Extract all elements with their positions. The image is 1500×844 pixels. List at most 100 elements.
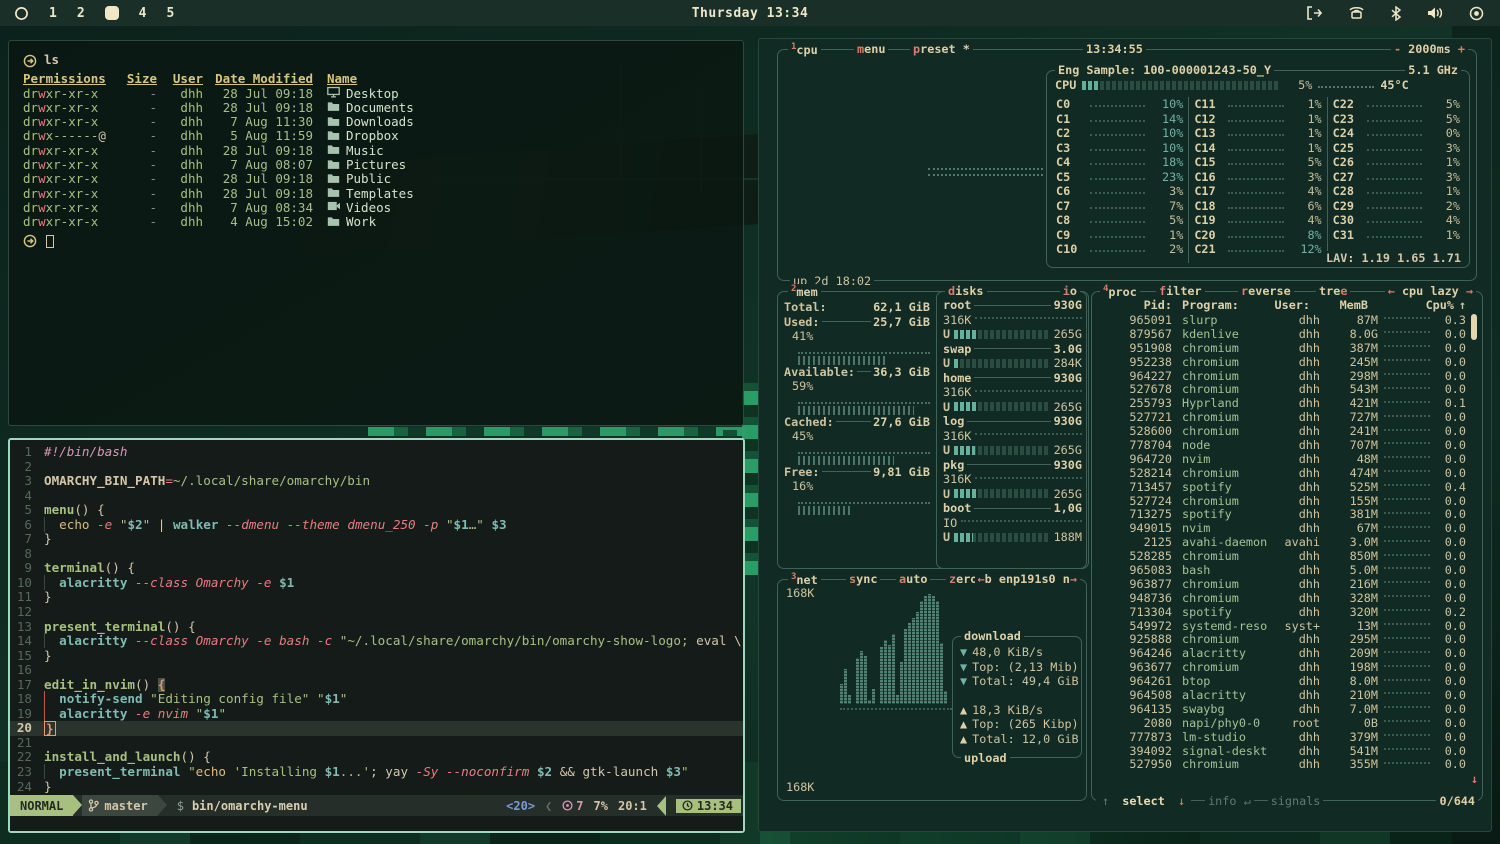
disks-title[interactable]: disks bbox=[945, 284, 987, 298]
permissions: drwxr-xr-x bbox=[23, 158, 123, 172]
io-mode-toggle[interactable]: io bbox=[1060, 284, 1080, 298]
file-row[interactable]: drwxr-xr-x-dhh4 Aug 15:02Work bbox=[23, 215, 729, 229]
omarchy-logo-icon[interactable] bbox=[14, 6, 29, 21]
process-row[interactable]: 549972systemd-resolvesyst+13M0.0 bbox=[1098, 619, 1466, 633]
process-row[interactable]: 527950chromiumdhh355M0.0 bbox=[1098, 758, 1466, 772]
btop-window[interactable]: 1cpu menu preset * 13:34:55 - 2000ms + u… bbox=[758, 38, 1492, 832]
net-interface-switcher[interactable]: ←b enp191s0 n→ bbox=[975, 572, 1080, 586]
process-row[interactable]: 527721chromiumdhh727M0.0 bbox=[1098, 410, 1466, 424]
process-panel-title[interactable]: 4proc bbox=[1100, 284, 1140, 299]
core-id: C21 bbox=[1194, 242, 1224, 256]
process-memory: 209M bbox=[1320, 646, 1378, 660]
file-row[interactable]: drwxr-xr-x-dhh7 Aug 11:30Downloads bbox=[23, 115, 729, 129]
process-row[interactable]: 952238chromiumdhh245M0.0 bbox=[1098, 355, 1466, 369]
file-row[interactable]: drwxr-xr-x-dhh28 Jul 09:18Public bbox=[23, 172, 729, 186]
process-row[interactable]: 963877chromiumdhh216M0.0 bbox=[1098, 577, 1466, 591]
ls-header-row: Permissions Size User Date Modified Name bbox=[23, 72, 729, 87]
core-row: C131% bbox=[1194, 126, 1321, 141]
signals-hint[interactable]: signals bbox=[1268, 794, 1324, 808]
bluetooth-icon[interactable] bbox=[1391, 6, 1401, 21]
process-row[interactable]: 528214chromiumdhh474M0.0 bbox=[1098, 466, 1466, 480]
file-row[interactable]: drwx------@-dhh5 Aug 11:59Dropbox bbox=[23, 129, 729, 143]
process-name: chromium bbox=[1172, 591, 1268, 605]
process-row[interactable]: 778704nodedhh707M0.0 bbox=[1098, 438, 1466, 452]
workspace-2[interactable]: 2 bbox=[77, 6, 85, 21]
code-area[interactable]: 1#!/bin/bash23OMARCHY_BIN_PATH=~/.local/… bbox=[10, 440, 743, 795]
process-row[interactable]: 951908chromiumdhh387M0.0 bbox=[1098, 341, 1466, 355]
process-row[interactable]: 2080napi/phy0-0root0B0.0 bbox=[1098, 716, 1466, 730]
process-row[interactable]: 527724chromiumdhh155M0.0 bbox=[1098, 494, 1466, 508]
desktop: 1245 Thursday 13:34 ls bbox=[0, 0, 1500, 844]
preset-button[interactable]: preset * bbox=[910, 42, 973, 56]
memory-stat-percent: 41% bbox=[784, 329, 930, 344]
folder-download-icon bbox=[327, 115, 340, 130]
menu-button[interactable]: menu bbox=[854, 42, 888, 56]
process-row[interactable]: 713275spotifydhh381M0.0 bbox=[1098, 507, 1466, 521]
workspace-5[interactable]: 5 bbox=[166, 6, 174, 21]
process-cpu-graph bbox=[1384, 456, 1430, 458]
file-row[interactable]: drwxr-xr-x-dhh28 Jul 09:18Desktop bbox=[23, 87, 729, 101]
cpu-panel-title[interactable]: 1cpu bbox=[788, 42, 821, 57]
process-row[interactable]: 713457spotifydhh525M0.4 bbox=[1098, 480, 1466, 494]
process-row[interactable]: 925888chromiumdhh295M0.0 bbox=[1098, 632, 1466, 646]
process-row[interactable]: 255793Hyprlanddhh421M0.1 bbox=[1098, 396, 1466, 410]
filter-button[interactable]: filter bbox=[1156, 284, 1205, 298]
screen-record-icon[interactable] bbox=[1469, 6, 1484, 21]
process-row[interactable]: 964508alacrittydhh210M0.0 bbox=[1098, 688, 1466, 702]
process-cpu-percent: 0.0 bbox=[1432, 744, 1466, 758]
network-panel-title[interactable]: 3net bbox=[788, 572, 821, 587]
process-row[interactable]: 949015nvimdhh67M0.0 bbox=[1098, 521, 1466, 535]
workspace-active-3[interactable] bbox=[105, 6, 119, 20]
process-row[interactable]: 963677chromiumdhh198M0.0 bbox=[1098, 660, 1466, 674]
process-row[interactable]: 777873lm-studiodhh379M0.0 bbox=[1098, 730, 1466, 744]
process-row[interactable]: 527678chromiumdhh543M0.0 bbox=[1098, 382, 1466, 396]
process-scrollbar[interactable] bbox=[1471, 314, 1477, 340]
process-row[interactable]: 713304spotifydhh320M0.2 bbox=[1098, 605, 1466, 619]
sort-column-switcher[interactable]: ← cpu lazy → bbox=[1385, 284, 1476, 298]
process-row[interactable]: 965083bashdhh5.0M0.0 bbox=[1098, 563, 1466, 577]
process-row[interactable]: 964246alacrittydhh209M0.0 bbox=[1098, 646, 1466, 660]
process-name: chromium bbox=[1172, 424, 1268, 438]
file-row[interactable]: drwxr-xr-x-dhh7 Aug 08:07Pictures bbox=[23, 158, 729, 172]
workspace-4[interactable]: 4 bbox=[139, 6, 147, 21]
update-interval-control[interactable]: - 2000ms + bbox=[1391, 42, 1468, 56]
process-row[interactable]: 964261btopdhh8.0M0.0 bbox=[1098, 674, 1466, 688]
net-sync-toggle[interactable]: sync bbox=[846, 572, 880, 586]
memory-panel-title[interactable]: 2mem bbox=[788, 284, 821, 299]
process-row[interactable]: 948736chromiumdhh328M0.0 bbox=[1098, 591, 1466, 605]
process-row[interactable]: 879567kdenlivedhh8.0G0.0 bbox=[1098, 327, 1466, 341]
process-row[interactable]: 2125avahi-daemonavahi3.0M0.0 bbox=[1098, 535, 1466, 549]
reverse-button[interactable]: reverse bbox=[1238, 284, 1294, 298]
net-graph-bar bbox=[860, 651, 863, 704]
process-row[interactable]: 394092signal-desktopdhh541M0.0 bbox=[1098, 744, 1466, 758]
process-table-header[interactable]: Pid: Program: User: MemB Cpu% ↑ bbox=[1098, 298, 1466, 312]
logout-icon[interactable] bbox=[1306, 6, 1322, 20]
process-name: chromium bbox=[1172, 466, 1268, 480]
workspace-1[interactable]: 1 bbox=[49, 6, 57, 21]
process-cpu-percent: 0.0 bbox=[1432, 341, 1466, 355]
process-row[interactable]: 528285chromiumdhh850M0.0 bbox=[1098, 549, 1466, 563]
file-row[interactable]: drwxr-xr-x-dhh28 Jul 09:18Music bbox=[23, 144, 729, 158]
tree-button[interactable]: tree bbox=[1316, 284, 1350, 298]
process-row[interactable]: 965091slurpdhh87M0.3 bbox=[1098, 313, 1466, 327]
process-row[interactable]: 964227chromiumdhh298M0.0 bbox=[1098, 369, 1466, 383]
process-cpu-graph bbox=[1384, 665, 1430, 667]
network-icon[interactable] bbox=[1348, 6, 1365, 20]
process-row[interactable]: 964720nvimdhh48M0.0 bbox=[1098, 452, 1466, 466]
scroll-down-arrow[interactable]: ↓ bbox=[1471, 772, 1478, 786]
command-line[interactable] bbox=[10, 816, 743, 831]
file-row[interactable]: drwxr-xr-x-dhh28 Jul 09:18Templates bbox=[23, 187, 729, 201]
process-row[interactable]: 528600chromiumdhh241M0.0 bbox=[1098, 424, 1466, 438]
prompt-command: ls bbox=[44, 53, 59, 67]
info-hint[interactable]: info ↵ bbox=[1205, 794, 1254, 808]
memory-meter-history bbox=[798, 497, 930, 504]
editor-window[interactable]: 1#!/bin/bash23OMARCHY_BIN_PATH=~/.local/… bbox=[8, 438, 745, 833]
process-pid: 964227 bbox=[1098, 369, 1172, 383]
file-row[interactable]: drwxr-xr-x-dhh7 Aug 08:34Videos bbox=[23, 201, 729, 215]
select-hint[interactable]: ↑ select ↓ bbox=[1096, 794, 1191, 808]
net-auto-toggle[interactable]: auto bbox=[896, 572, 930, 586]
file-row[interactable]: drwxr-xr-x-dhh28 Jul 09:18Documents bbox=[23, 101, 729, 115]
process-row[interactable]: 964135swaybgdhh7.0M0.0 bbox=[1098, 702, 1466, 716]
volume-icon[interactable] bbox=[1427, 6, 1443, 20]
terminal-window[interactable]: ls Permissions Size User Date Modified N… bbox=[8, 40, 744, 426]
